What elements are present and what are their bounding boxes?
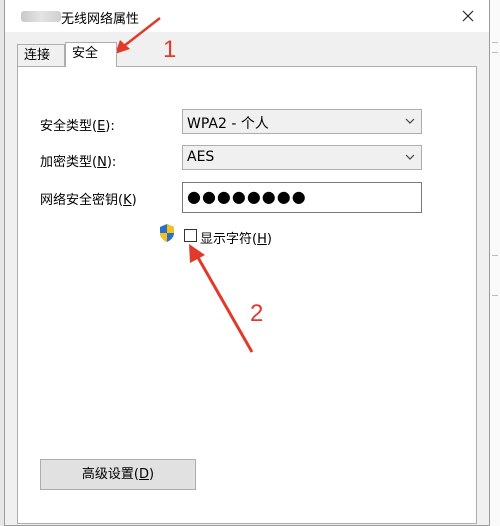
network-key-value: ●●●●●●●● — [187, 187, 307, 206]
annotation-marker-2: 2 — [250, 300, 264, 327]
annotation-marker-1: 1 — [163, 36, 177, 63]
chevron-down-icon — [405, 118, 415, 124]
close-button[interactable] — [447, 0, 489, 32]
show-characters-label[interactable]: 显示字符(H) — [200, 228, 272, 247]
wireless-properties-dialog: 无线网络属性 连接 安全 安全类型(E): WPA2 - 个人 加密类型(N):… — [4, 0, 490, 526]
close-icon — [462, 10, 474, 22]
encryption-type-label: 加密类型(N): — [40, 155, 117, 170]
background-app-right — [490, 0, 500, 526]
security-type-value: WPA2 - 个人 — [187, 116, 269, 132]
advanced-settings-button[interactable]: 高级设置(D) — [40, 459, 196, 490]
encryption-type-select[interactable]: AES — [182, 145, 422, 170]
network-key-label: 网络安全密钥(K) — [40, 193, 137, 208]
network-key-input[interactable]: ●●●●●●●● — [182, 182, 422, 213]
tab-connection[interactable]: 连接 — [17, 44, 65, 66]
tab-security[interactable]: 安全 — [65, 42, 117, 67]
encryption-type-value: AES — [187, 149, 215, 165]
uac-shield-icon — [160, 224, 174, 242]
security-type-label: 安全类型(E): — [40, 119, 115, 134]
window-title: 无线网络属性 — [61, 12, 140, 27]
security-panel: 安全类型(E): WPA2 - 个人 加密类型(N): AES 网络安全密钥(K… — [17, 66, 477, 524]
show-characters-checkbox[interactable] — [184, 229, 197, 242]
blurred-network-name — [21, 11, 61, 22]
security-type-select[interactable]: WPA2 - 个人 — [182, 109, 422, 134]
chevron-down-icon — [405, 154, 415, 160]
title-bar: 无线网络属性 — [5, 0, 489, 32]
